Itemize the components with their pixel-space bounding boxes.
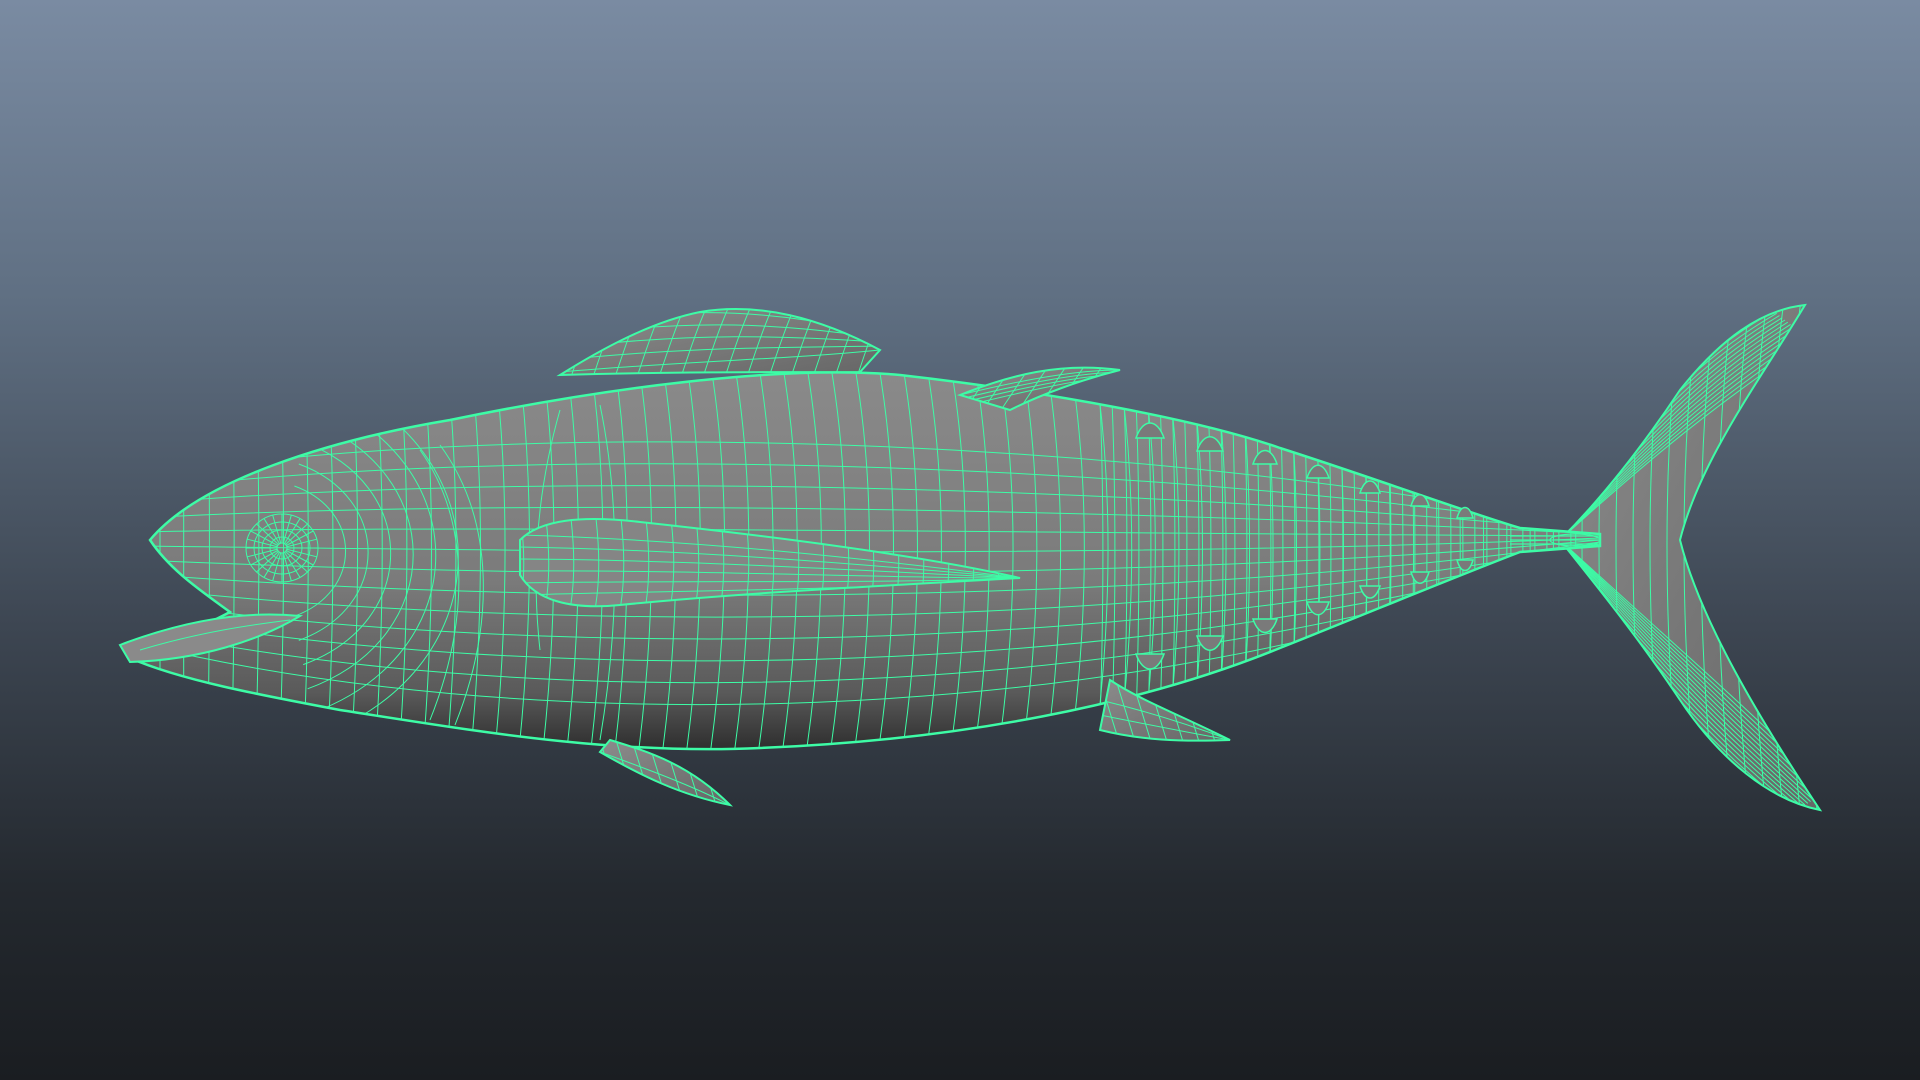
caudal-keel [1510, 533, 1601, 547]
anal-fin[interactable] [1098, 678, 1248, 745]
viewport-3d[interactable] [0, 0, 1920, 1080]
scene-canvas[interactable] [0, 0, 1920, 1080]
caudal-fin[interactable] [1558, 300, 1830, 820]
dorsal-fin-first[interactable] [556, 300, 908, 380]
